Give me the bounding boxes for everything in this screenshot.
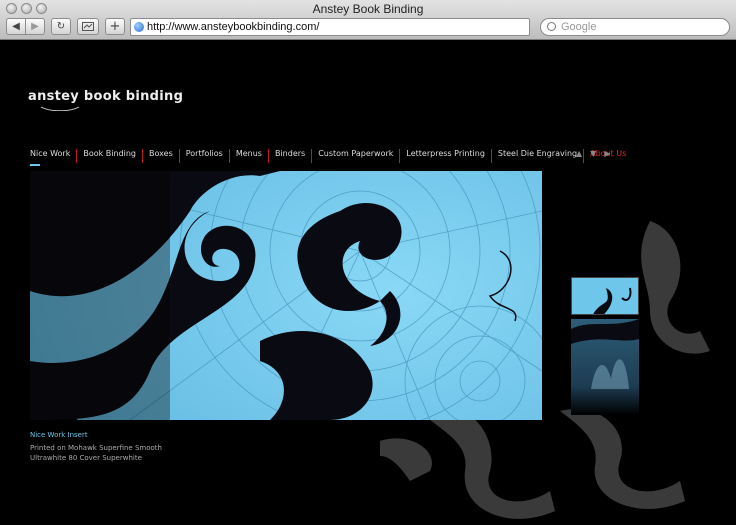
- browser-toolbar: Anstey Book Binding ◀ ▶ ↻ + http://www.a…: [0, 0, 736, 40]
- nav-item-portfolios[interactable]: Portfolios: [178, 149, 229, 163]
- caption-title: Nice Work Insert: [30, 431, 88, 439]
- reload-button[interactable]: ↻: [51, 18, 71, 35]
- arrow-up-icon[interactable]: ▲: [576, 149, 582, 158]
- arrow-right-icon[interactable]: ▶: [604, 149, 610, 158]
- nav-item-nice-work[interactable]: Nice Work: [28, 149, 76, 166]
- nav-item-binders[interactable]: Binders: [267, 149, 311, 163]
- gallery-thumbnail-1[interactable]: [571, 277, 639, 315]
- snapback-icon: [82, 22, 94, 31]
- thumbnail-artwork: [593, 287, 632, 314]
- nav-item-letterpress-printing[interactable]: Letterpress Printing: [399, 149, 491, 163]
- web-page: anstey book binding Nice Work Book Bindi…: [0, 41, 736, 525]
- caption-description: Printed on Mohawk Superfine Smooth Ultra…: [30, 443, 190, 463]
- forward-button[interactable]: ▶: [25, 18, 45, 35]
- nav-item-steel-die-engraving[interactable]: Steel Die Engraving: [490, 149, 583, 163]
- main-nav: Nice Work Book Binding Boxes Portfolios …: [28, 149, 632, 166]
- site-logo[interactable]: anstey book binding: [28, 89, 183, 104]
- caption-line-1: Printed on Mohawk Superfine Smooth: [30, 444, 162, 452]
- nav-item-book-binding[interactable]: Book Binding: [76, 149, 142, 163]
- search-input[interactable]: Google: [540, 18, 730, 36]
- arrow-down-icon[interactable]: ▼: [590, 149, 596, 158]
- nav-item-menus[interactable]: Menus: [228, 149, 268, 163]
- back-button[interactable]: ◀: [6, 18, 26, 35]
- globe-icon: [134, 22, 144, 32]
- add-bookmark-button[interactable]: +: [105, 18, 125, 35]
- search-placeholder: Google: [561, 21, 597, 33]
- hero-image: [30, 171, 542, 420]
- caption-line-2: Ultrawhite 80 Cover Superwhite: [30, 454, 142, 462]
- window-title: Anstey Book Binding: [312, 2, 424, 16]
- nav-item-custom-paperwork[interactable]: Custom Paperwork: [311, 149, 399, 163]
- gallery-thumbnail-2[interactable]: [571, 319, 639, 415]
- gallery-arrows: ▲ ▼ ▶: [576, 149, 610, 158]
- snapback-button[interactable]: [77, 18, 99, 35]
- browser-window: Anstey Book Binding ◀ ▶ ↻ + http://www.a…: [0, 0, 736, 525]
- hero-artwork: [30, 171, 542, 420]
- logo-swash-icon: [40, 106, 80, 111]
- thumbnail-artwork: [571, 319, 639, 389]
- nav-item-boxes[interactable]: Boxes: [142, 149, 179, 163]
- address-bar-url: http://www.ansteybookbinding.com/: [147, 21, 320, 33]
- search-icon: [547, 22, 556, 31]
- address-bar[interactable]: http://www.ansteybookbinding.com/: [130, 18, 530, 36]
